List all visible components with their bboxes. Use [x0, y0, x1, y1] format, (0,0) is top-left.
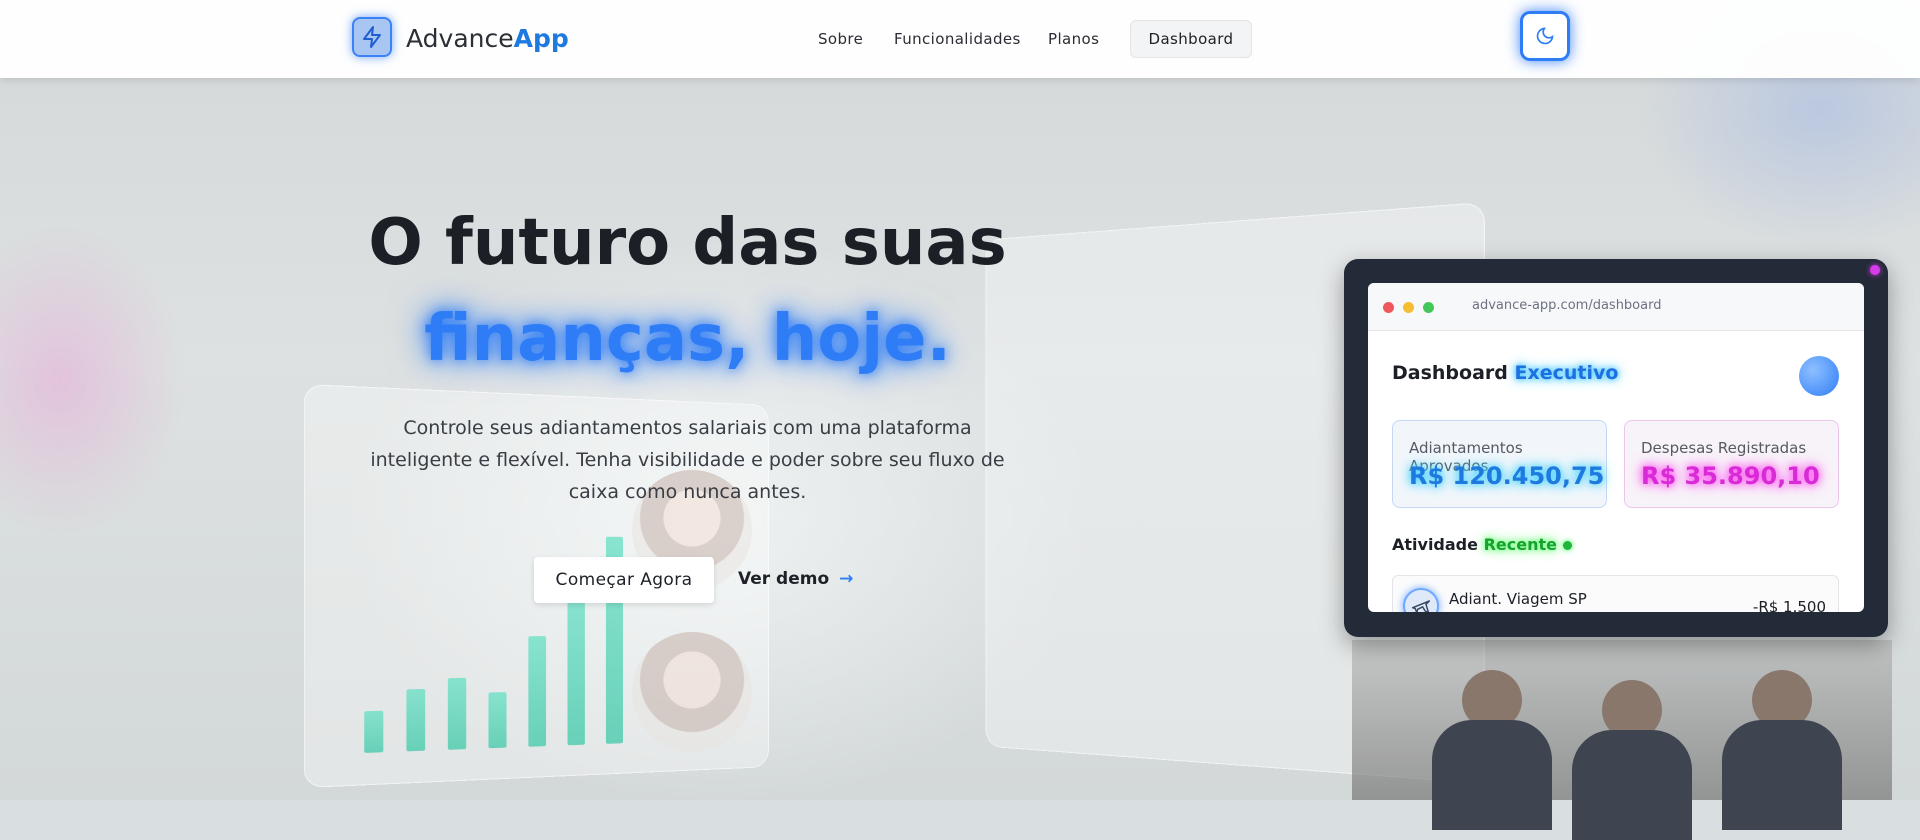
- activity-amount: -R$ 1.500: [1752, 598, 1826, 612]
- start-now-button[interactable]: Começar Agora: [534, 557, 714, 603]
- activity-highlight: Recente: [1483, 535, 1557, 554]
- stat-card-approved-advances: Adiantamentos Aprovados R$ 120.450,75: [1392, 420, 1607, 508]
- airplane-icon: [1403, 588, 1439, 612]
- recent-activity-heading: Atividade Recente: [1392, 535, 1572, 554]
- theme-toggle-button[interactable]: [1520, 11, 1570, 61]
- dashboard-title: Dashboard Executivo: [1392, 362, 1618, 384]
- avatar[interactable]: [1799, 356, 1839, 396]
- dashboard-button[interactable]: Dashboard: [1130, 20, 1252, 58]
- stat-card-registered-expenses: Despesas Registradas R$ 35.890,10: [1624, 420, 1839, 508]
- brand-name-suffix: App: [513, 24, 569, 53]
- brand-name[interactable]: AdvanceApp: [406, 24, 569, 53]
- browser-window: advance-app.com/dashboard Dashboard Exec…: [1368, 283, 1864, 612]
- view-demo-link[interactable]: Ver demo →: [738, 569, 853, 589]
- stat-label: Despesas Registradas: [1641, 439, 1807, 457]
- dashboard-title-highlight: Executivo: [1514, 362, 1619, 384]
- hero-subtitle: Controle seus adiantamentos salariais co…: [370, 417, 1005, 503]
- nav-link-funcionalidades[interactable]: Funcionalidades: [894, 30, 1021, 48]
- lightning-icon: [363, 26, 381, 48]
- status-dot: [1870, 265, 1880, 275]
- dashboard-preview-card: advance-app.com/dashboard Dashboard Exec…: [1344, 259, 1888, 637]
- browser-titlebar: advance-app.com/dashboard: [1368, 283, 1864, 331]
- view-demo-label: Ver demo: [738, 569, 830, 589]
- moon-icon: [1536, 27, 1554, 45]
- logo[interactable]: [352, 17, 392, 57]
- nav-link-planos[interactable]: Planos: [1048, 30, 1099, 48]
- live-indicator-dot: [1562, 541, 1572, 550]
- background-office-photo: [1352, 640, 1892, 840]
- stat-value: R$ 120.450,75: [1409, 462, 1605, 490]
- dashboard-title-prefix: Dashboard: [1392, 362, 1508, 384]
- minimize-dot-icon: [1403, 302, 1414, 313]
- nav-link-sobre[interactable]: Sobre: [818, 30, 863, 48]
- close-dot-icon: [1383, 302, 1394, 313]
- browser-url: advance-app.com/dashboard: [1472, 298, 1662, 313]
- stat-value: R$ 35.890,10: [1641, 462, 1820, 490]
- activity-list-item[interactable]: Adiant. Viagem SP -R$ 1.500: [1392, 575, 1839, 612]
- maximize-dot-icon: [1423, 302, 1434, 313]
- top-navbar: AdvanceApp Sobre Funcionalidades Planos …: [0, 0, 1920, 78]
- brand-name-prefix: Advance: [406, 24, 514, 53]
- activity-prefix: Atividade: [1392, 535, 1478, 554]
- hero-title-line2: finanças, hoje.: [424, 302, 951, 376]
- activity-name: Adiant. Viagem SP: [1449, 590, 1587, 608]
- background-portrait: [632, 632, 752, 752]
- arrow-right-icon: →: [839, 569, 854, 589]
- hero-title-line1: O futuro das suas: [368, 206, 1007, 280]
